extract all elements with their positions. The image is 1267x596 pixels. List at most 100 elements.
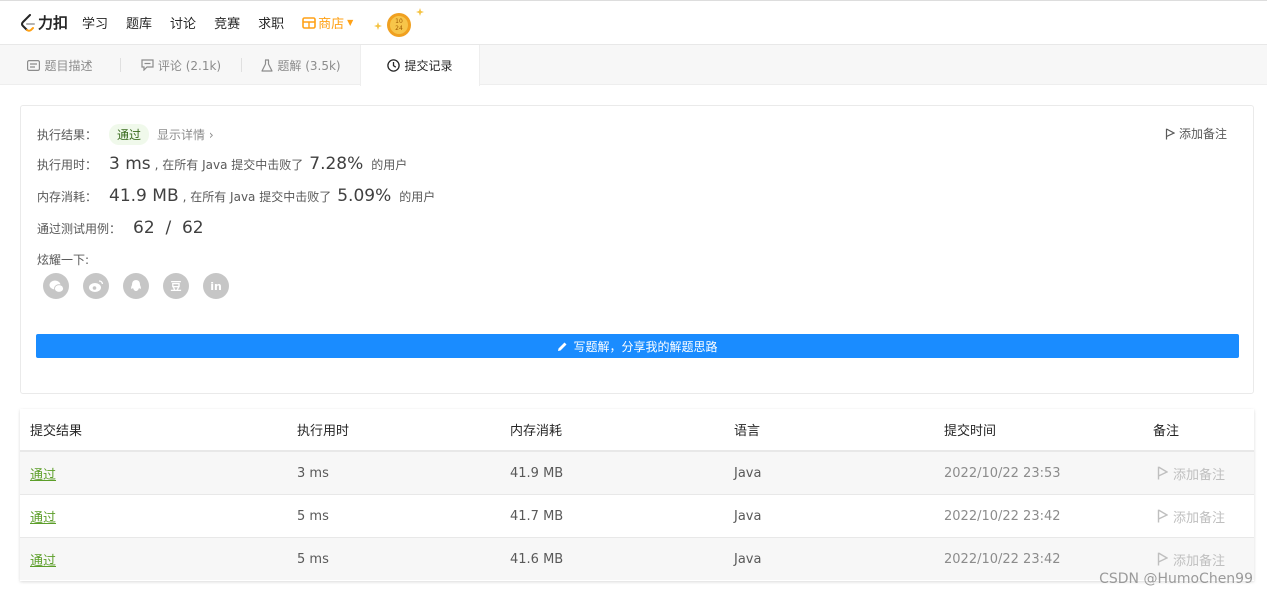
- row-add-note[interactable]: 添加备注: [1157, 464, 1225, 483]
- nav-discuss[interactable]: 讨论: [170, 13, 196, 32]
- row-language: Java: [734, 508, 762, 524]
- svg-text:10: 10: [395, 18, 403, 25]
- write-solution-label: 写题解，分享我的解题思路: [573, 339, 718, 354]
- wechat-icon[interactable]: [43, 273, 69, 299]
- douban-icon[interactable]: 豆: [163, 273, 189, 299]
- flag-icon: [1157, 466, 1168, 480]
- logo[interactable]: 力扣: [20, 12, 68, 33]
- nav-learn[interactable]: 学习: [82, 13, 108, 32]
- top-nav: 力扣 学习 题库 讨论 竞赛 求职 商店 ▼ 10 24: [0, 0, 1267, 45]
- clock-icon: [387, 59, 401, 72]
- header-status: 提交结果: [30, 424, 83, 439]
- tab-comments-label: 评论 (2.1k): [157, 58, 222, 73]
- table-row[interactable]: 通过 3 ms 41.9 MB Java 2022/10/22 23:53 添加…: [20, 451, 1254, 494]
- row-status-link[interactable]: 通过: [30, 464, 56, 483]
- memory-label: 内存消耗：: [37, 189, 98, 204]
- row-add-note-label: 添加备注: [1173, 467, 1226, 483]
- header-runtime: 执行用时: [297, 424, 350, 439]
- runtime-row: 执行用时： 3 ms , 在所有 Java 提交中击败了 7.28% 的用户: [37, 154, 407, 174]
- nav-store[interactable]: 商店 ▼: [302, 13, 353, 32]
- tab-solutions-label: 题解 (3.5k): [277, 58, 341, 73]
- result-row: 执行结果： 通过 显示详情 ›: [37, 124, 214, 145]
- row-runtime: 5 ms: [297, 551, 329, 567]
- weibo-icon[interactable]: [83, 273, 109, 299]
- tab-comments[interactable]: 评论 (2.1k): [121, 45, 241, 85]
- store-icon: [302, 16, 316, 29]
- row-add-note-label: 添加备注: [1173, 553, 1226, 569]
- store-label: 商店: [318, 17, 345, 32]
- runtime-percentile: 7.28%: [309, 154, 364, 174]
- show-details-link[interactable]: 显示详情 ›: [157, 126, 214, 143]
- share-label: 炫耀一下:: [37, 253, 90, 267]
- memory-suffix: 的用户: [399, 189, 436, 204]
- svg-text:24: 24: [395, 25, 403, 32]
- flag-icon: [1165, 127, 1175, 139]
- caret-down-icon: ▼: [347, 18, 354, 27]
- row-memory: 41.6 MB: [510, 551, 564, 567]
- share-row: 炫耀一下:: [37, 251, 89, 268]
- tab-description-label: 题目描述: [44, 58, 93, 73]
- memory-percentile: 5.09%: [337, 186, 392, 206]
- status-badge: 通过: [109, 124, 150, 145]
- leetcode-logo-icon: [21, 13, 35, 32]
- add-note-button[interactable]: 添加备注: [1165, 125, 1227, 142]
- result-label: 执行结果：: [37, 128, 98, 142]
- pencil-icon: [558, 342, 567, 351]
- runtime-value: 3 ms: [109, 154, 151, 174]
- row-memory: 41.9 MB: [510, 465, 564, 481]
- row-submit-time: 2022/10/22 23:42: [944, 508, 1061, 524]
- linkedin-icon[interactable]: in: [203, 273, 229, 299]
- add-note-label: 添加备注: [1178, 127, 1227, 141]
- row-add-note[interactable]: 添加备注: [1157, 550, 1225, 569]
- row-submit-time: 2022/10/22 23:53: [944, 465, 1061, 481]
- testcases-label: 通过测试用例：: [37, 221, 122, 236]
- row-submit-time: 2022/10/22 23:42: [944, 551, 1061, 567]
- runtime-text: , 在所有 Java 提交中击败了: [154, 157, 304, 172]
- memory-row: 内存消耗： 41.9 MB , 在所有 Java 提交中击败了 5.09% 的用…: [37, 186, 435, 206]
- write-solution-button[interactable]: 写题解，分享我的解题思路: [36, 334, 1239, 358]
- flag-icon: [1157, 509, 1168, 523]
- tab-submissions-label: 提交记录: [404, 59, 453, 73]
- row-runtime: 5 ms: [297, 508, 329, 524]
- description-icon: [27, 59, 41, 71]
- nav-problems[interactable]: 题库: [126, 13, 152, 32]
- problem-tabs: 题目描述 评论 (2.1k) 题解 (3.5k) 提交记录: [0, 45, 1267, 86]
- tab-solutions[interactable]: 题解 (3.5k): [242, 45, 360, 85]
- table-header: 提交结果 执行用时 内存消耗 语言 提交时间 备注: [20, 409, 1254, 451]
- nav-contest[interactable]: 竞赛: [214, 13, 240, 32]
- medal-badge[interactable]: 10 24: [371, 7, 427, 39]
- memory-text: , 在所有 Java 提交中击败了: [182, 189, 332, 204]
- result-panel: 执行结果： 通过 显示详情 › 添加备注 执行用时： 3 ms , 在所有 Ja…: [20, 105, 1254, 394]
- runtime-label: 执行用时：: [37, 157, 98, 172]
- row-status-link[interactable]: 通过: [30, 550, 56, 569]
- flag-icon: [1157, 552, 1168, 566]
- logo-text: 力扣: [38, 14, 69, 32]
- flask-icon: [261, 58, 273, 72]
- tab-submissions[interactable]: 提交记录: [360, 45, 480, 86]
- watermark: CSDN @HumoChen99: [1099, 571, 1253, 587]
- header-memory: 内存消耗: [510, 424, 563, 439]
- row-runtime: 3 ms: [297, 465, 329, 481]
- row-language: Java: [734, 551, 762, 567]
- row-status-link[interactable]: 通过: [30, 507, 56, 526]
- nav-jobs[interactable]: 求职: [258, 13, 284, 32]
- header-submit-time: 提交时间: [944, 424, 997, 439]
- header-note: 备注: [1153, 424, 1180, 439]
- row-add-note[interactable]: 添加备注: [1157, 507, 1225, 526]
- row-memory: 41.7 MB: [510, 508, 564, 524]
- testcases-value: 62 / 62: [133, 218, 204, 238]
- testcases-row: 通过测试用例： 62 / 62: [37, 218, 208, 238]
- memory-value: 41.9 MB: [109, 186, 179, 206]
- row-add-note-label: 添加备注: [1173, 510, 1226, 526]
- comment-icon: [141, 59, 154, 71]
- table-row[interactable]: 通过 5 ms 41.7 MB Java 2022/10/22 23:42 添加…: [20, 494, 1254, 537]
- share-icons: 豆 in: [43, 273, 243, 299]
- tab-description[interactable]: 题目描述: [0, 45, 120, 85]
- submissions-table: 提交结果 执行用时 内存消耗 语言 提交时间 备注 通过 3 ms 41.9 M…: [20, 409, 1254, 581]
- qq-icon[interactable]: [123, 273, 149, 299]
- header-language: 语言: [734, 424, 761, 439]
- runtime-suffix: 的用户: [371, 157, 408, 172]
- table-row[interactable]: 通过 5 ms 41.6 MB Java 2022/10/22 23:42 添加…: [20, 537, 1254, 580]
- row-language: Java: [734, 465, 762, 481]
- medal-icon: 10 24: [374, 7, 425, 37]
